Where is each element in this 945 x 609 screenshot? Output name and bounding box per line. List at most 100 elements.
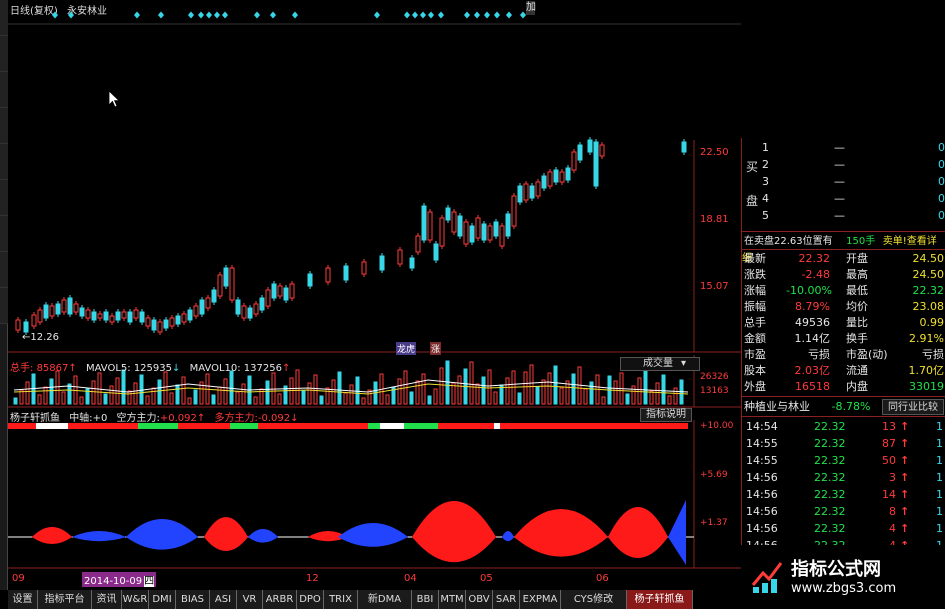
sector-compare-button[interactable]: 同行业比较 (882, 399, 944, 415)
candle (325, 267, 331, 283)
volume-bar (61, 391, 66, 405)
tab-7[interactable]: VR (237, 590, 263, 609)
tab-18[interactable]: 杨子轩抓鱼 (627, 590, 693, 609)
tab-3[interactable]: W&R (122, 590, 149, 609)
candle (571, 151, 577, 171)
volume-bar (175, 384, 180, 405)
tab-13[interactable]: MTM (439, 590, 466, 609)
candle (283, 287, 289, 301)
order-book-row: 4—0 (762, 192, 945, 205)
candle (493, 221, 499, 237)
tab-8[interactable]: ARBR (263, 590, 297, 609)
candle (577, 144, 583, 161)
left-nav-item[interactable] (0, 36, 8, 72)
candle (49, 305, 55, 317)
sector-row[interactable]: 种植业与林业 -8.78% 同行业比较 (742, 399, 945, 415)
strip-segment (494, 423, 500, 429)
tab-17[interactable]: CYS修改 (561, 590, 627, 609)
longhu-badge[interactable]: 龙虎 (396, 342, 417, 355)
left-nav-item[interactable] (0, 0, 8, 36)
tab-5[interactable]: BIAS (176, 590, 210, 609)
indicator-wave (72, 531, 126, 542)
left-nav-item[interactable] (0, 216, 8, 252)
volume-selector[interactable]: 成交量 ▾ (620, 357, 700, 371)
volume-bar (253, 396, 258, 405)
volume-bar (271, 372, 276, 405)
price-axis-mid: 18.81 (700, 214, 729, 225)
tab-11[interactable]: 新DMA (358, 590, 412, 609)
left-nav-item[interactable] (0, 108, 8, 144)
tick-row: 14:56 22.32 8 ↑ 1 (746, 505, 943, 518)
x-tick: 12 (306, 573, 319, 584)
indicator-wave (126, 519, 198, 550)
order-book-row: 2—0 (762, 158, 945, 171)
tab-12[interactable]: BBI (412, 590, 439, 609)
tab-16[interactable]: EXPMA (520, 590, 561, 609)
x-cursor-date: 2014-10-09 四 (82, 572, 157, 587)
volume-bar (193, 389, 198, 405)
candle (15, 319, 21, 331)
volume-bar (643, 369, 648, 405)
volume-bar (649, 390, 654, 405)
indicator-wave (32, 527, 72, 544)
volume-bar (187, 397, 192, 405)
up-arrow-icon: ↑ (900, 420, 910, 433)
indicator-wave (608, 507, 668, 558)
tab-9[interactable]: DPO (297, 590, 324, 609)
candle (541, 175, 547, 189)
volume-bar (481, 376, 486, 405)
candle (469, 225, 475, 243)
signal-diamond-icon (464, 11, 470, 19)
candle (463, 221, 469, 245)
tab-6[interactable]: ASI (210, 590, 237, 609)
candle (85, 309, 91, 319)
candle (187, 309, 193, 321)
indicator-wave (514, 509, 608, 557)
tab-15[interactable]: SAR (493, 590, 520, 609)
quote-row: 市盈 亏损 市盈(动) 亏损 (744, 348, 944, 361)
volume-bar (667, 395, 672, 405)
candle (427, 211, 433, 241)
volume-bar (25, 381, 30, 405)
volume-bar (79, 396, 84, 405)
volume-bar (223, 378, 228, 405)
indicator-help-button[interactable]: 指标说明 (640, 408, 692, 422)
volume-bar (301, 390, 306, 405)
tab-10[interactable]: TRIX (324, 590, 358, 609)
volume-bar (673, 387, 678, 405)
volume-bar (211, 394, 216, 405)
volume-bar (583, 388, 588, 405)
limit-badge[interactable]: 涨 (430, 342, 442, 355)
low-price-marker: ←12.26 (22, 332, 60, 343)
candle (97, 313, 103, 319)
volume-bar (325, 387, 330, 405)
volume-bar (523, 371, 528, 405)
volume-bar (505, 377, 510, 405)
candle (145, 317, 151, 327)
left-nav-item[interactable] (0, 252, 8, 288)
candle (553, 169, 559, 183)
volume-axis-mid: 13163 (700, 386, 729, 396)
tab-1[interactable]: 指标平台 (38, 590, 92, 609)
quote-row: 股本 2.03亿 流通 1.70亿 (744, 364, 944, 377)
volume-bar (163, 371, 168, 405)
volume-axis-top: 26326 (700, 372, 729, 382)
sell-order-notice[interactable]: 在卖盘22.63位置有 150手 卖单!查看详细 (742, 233, 945, 264)
candle (133, 309, 139, 319)
left-nav-item[interactable] (0, 288, 8, 324)
volume-bar (409, 391, 414, 405)
tab-4[interactable]: DMI (149, 590, 176, 609)
signal-diamond-icon (68, 11, 74, 19)
candle (475, 217, 481, 239)
indicator-axis-low: +1.37 (700, 518, 728, 528)
left-nav-item[interactable] (0, 72, 8, 108)
volume-bar (631, 385, 636, 405)
tab-0[interactable]: 设置 (8, 590, 38, 609)
volume-bar (103, 393, 108, 405)
left-nav-item[interactable] (0, 144, 8, 180)
candle (253, 303, 259, 315)
tab-2[interactable]: 资讯 (92, 590, 122, 609)
left-nav-item[interactable] (0, 180, 8, 216)
main-chart[interactable] (8, 0, 741, 590)
tab-14[interactable]: OBV (466, 590, 493, 609)
